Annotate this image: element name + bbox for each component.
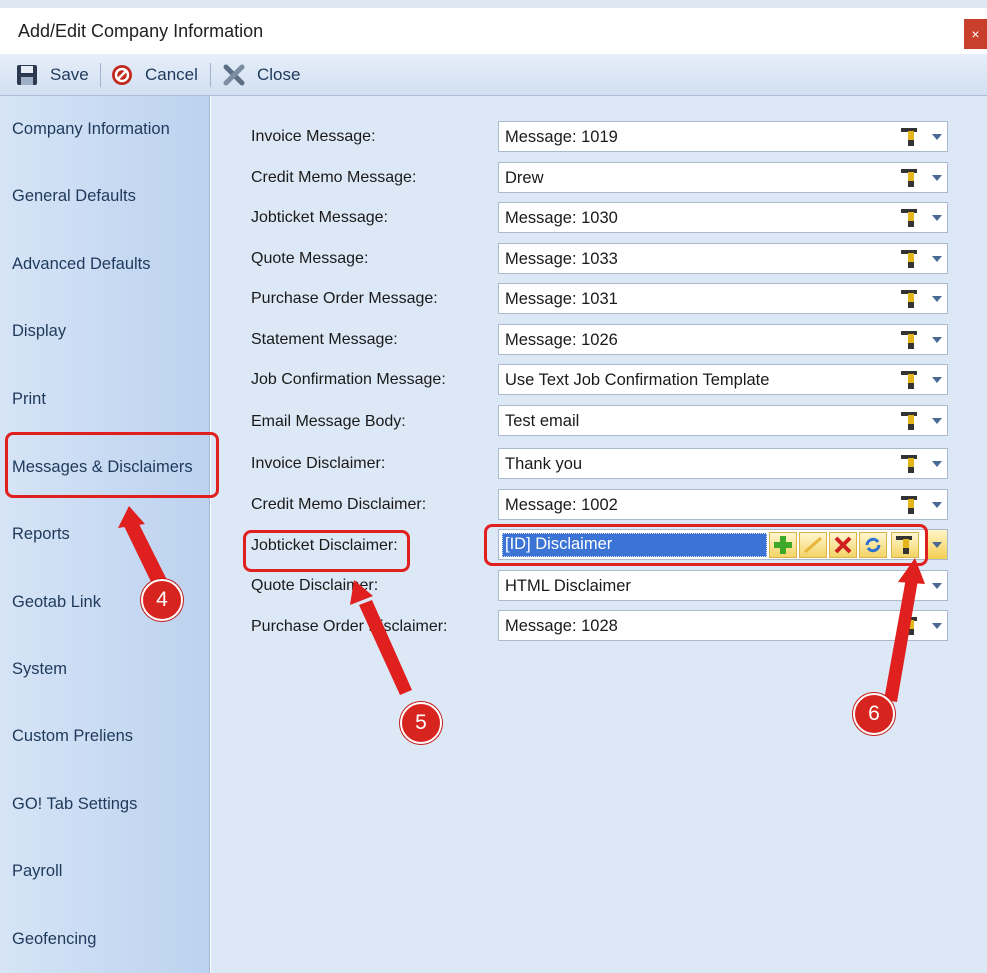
combo-value: Message: 1026 [505, 331, 618, 349]
job-confirmation-message-label: Job Confirmation Message: [251, 371, 446, 388]
save-label: Save [50, 65, 89, 84]
annotation-badge-6: 6 [853, 693, 895, 735]
sidebar-item-print[interactable]: Print [12, 390, 46, 409]
sidebar-item-reports[interactable]: Reports [12, 525, 70, 544]
sidebar-item-general-defaults[interactable]: General Defaults [12, 187, 136, 206]
annotation-highlight-label [243, 530, 410, 572]
invoice-message-select[interactable]: Message: 1019 [498, 121, 948, 152]
quote-disclaimer-label: Quote Disclaimer: [251, 577, 379, 594]
sidebar-item-payroll[interactable]: Payroll [12, 862, 62, 881]
chevron-down-icon[interactable] [932, 418, 942, 424]
annotation-highlight-sidebar [5, 432, 219, 498]
chevron-down-icon[interactable] [932, 377, 942, 383]
credit-memo-disclaimer-select[interactable]: Message: 1002 [498, 489, 948, 520]
chevron-down-icon[interactable] [932, 175, 942, 181]
sidebar-item-geofencing[interactable]: Geofencing [12, 930, 96, 949]
quote-message-label: Quote Message: [251, 250, 369, 267]
chevron-down-icon[interactable] [932, 461, 942, 467]
annotation-badge-4: 4 [141, 579, 183, 621]
toolbar: Save Cancel Close [0, 54, 987, 96]
chevron-down-icon[interactable] [932, 623, 942, 629]
combo-value: Message: 1019 [505, 128, 618, 146]
purchase-order-message-select[interactable]: Message: 1031 [498, 283, 948, 314]
quote-message-select[interactable]: Message: 1033 [498, 243, 948, 274]
tools-icon[interactable] [899, 248, 921, 270]
annotation-highlight-combo [484, 524, 928, 566]
sidebar-item-geotab-link[interactable]: Geotab Link [12, 593, 101, 612]
chevron-down-icon[interactable] [932, 542, 942, 548]
window-title: Add/Edit Company Information [18, 21, 264, 41]
combo-value: Thank you [505, 455, 583, 473]
email-message-body-label: Email Message Body: [251, 413, 406, 430]
tools-icon[interactable] [899, 453, 921, 475]
close-label: Close [257, 65, 301, 84]
sidebar-item-company-information[interactable]: Company Information [12, 120, 170, 139]
combo-value: HTML Disclaimer [505, 577, 631, 595]
email-message-body-select[interactable]: Test email [498, 405, 948, 436]
chevron-down-icon[interactable] [932, 583, 942, 589]
sidebar-item-advanced-defaults[interactable]: Advanced Defaults [12, 255, 151, 274]
chevron-down-icon[interactable] [932, 502, 942, 508]
tools-icon[interactable] [899, 410, 921, 432]
tools-icon[interactable] [899, 329, 921, 351]
window-close-button[interactable]: × [964, 19, 987, 49]
combo-value: Drew [505, 169, 544, 187]
tools-icon[interactable] [899, 288, 921, 310]
toolbar-separator [100, 63, 101, 87]
credit-memo-disclaimer-label: Credit Memo Disclaimer: [251, 496, 427, 513]
chevron-down-icon[interactable] [932, 256, 942, 262]
tools-icon[interactable] [899, 207, 921, 229]
jobticket-message-select[interactable]: Message: 1030 [498, 202, 948, 233]
tools-icon[interactable] [899, 615, 921, 637]
combo-value: Message: 1030 [505, 209, 618, 227]
chevron-down-icon[interactable] [932, 296, 942, 302]
combo-value: Message: 1002 [505, 496, 618, 514]
close-button[interactable]: Close [223, 54, 300, 96]
chevron-down-icon[interactable] [932, 337, 942, 343]
save-button[interactable]: Save [16, 54, 89, 96]
toolbar-separator [210, 63, 211, 87]
annotation-badge-5: 5 [400, 702, 442, 744]
combo-value: Message: 1028 [505, 617, 618, 635]
chevron-down-icon[interactable] [932, 215, 942, 221]
credit-memo-message-select[interactable]: Drew [498, 162, 948, 193]
quote-disclaimer-select[interactable]: HTML Disclaimer [498, 570, 948, 601]
sidebar-item-system[interactable]: System [12, 660, 67, 679]
statement-message-select[interactable]: Message: 1026 [498, 324, 948, 355]
invoice-disclaimer-select[interactable]: Thank you [498, 448, 948, 479]
title-bar: Add/Edit Company Information × [0, 8, 987, 54]
tools-icon[interactable] [899, 494, 921, 516]
chevron-down-icon[interactable] [932, 134, 942, 140]
combo-value: Message: 1033 [505, 250, 618, 268]
job-confirmation-message-select[interactable]: Use Text Job Confirmation Template [498, 364, 948, 395]
purchase-order-message-label: Purchase Order Message: [251, 290, 438, 307]
tools-icon[interactable] [899, 575, 921, 597]
invoice-message-label: Invoice Message: [251, 128, 376, 145]
tools-icon[interactable] [899, 369, 921, 391]
statement-message-label: Statement Message: [251, 331, 398, 348]
credit-memo-message-label: Credit Memo Message: [251, 169, 417, 186]
combo-value: Use Text Job Confirmation Template [505, 371, 770, 389]
sidebar-item-display[interactable]: Display [12, 322, 66, 341]
combo-value: Message: 1031 [505, 290, 618, 308]
close-x-icon [223, 64, 245, 86]
purchase-order-disclaimer-label: Purchase Order Disclaimer: [251, 618, 448, 635]
invoice-disclaimer-label: Invoice Disclaimer: [251, 455, 386, 472]
cancel-button[interactable]: Cancel [111, 54, 198, 96]
purchase-order-disclaimer-select[interactable]: Message: 1028 [498, 610, 948, 641]
sidebar-item-go-tab-settings[interactable]: GO! Tab Settings [12, 795, 137, 814]
jobticket-message-label: Jobticket Message: [251, 209, 388, 226]
cancel-label: Cancel [145, 65, 198, 84]
tools-icon[interactable] [899, 167, 921, 189]
sidebar-item-custom-preliens[interactable]: Custom Preliens [12, 727, 133, 746]
tools-icon[interactable] [899, 126, 921, 148]
combo-value: Test email [505, 412, 580, 430]
floppy-disk-icon [16, 64, 38, 86]
cancel-circle-icon [111, 64, 133, 86]
